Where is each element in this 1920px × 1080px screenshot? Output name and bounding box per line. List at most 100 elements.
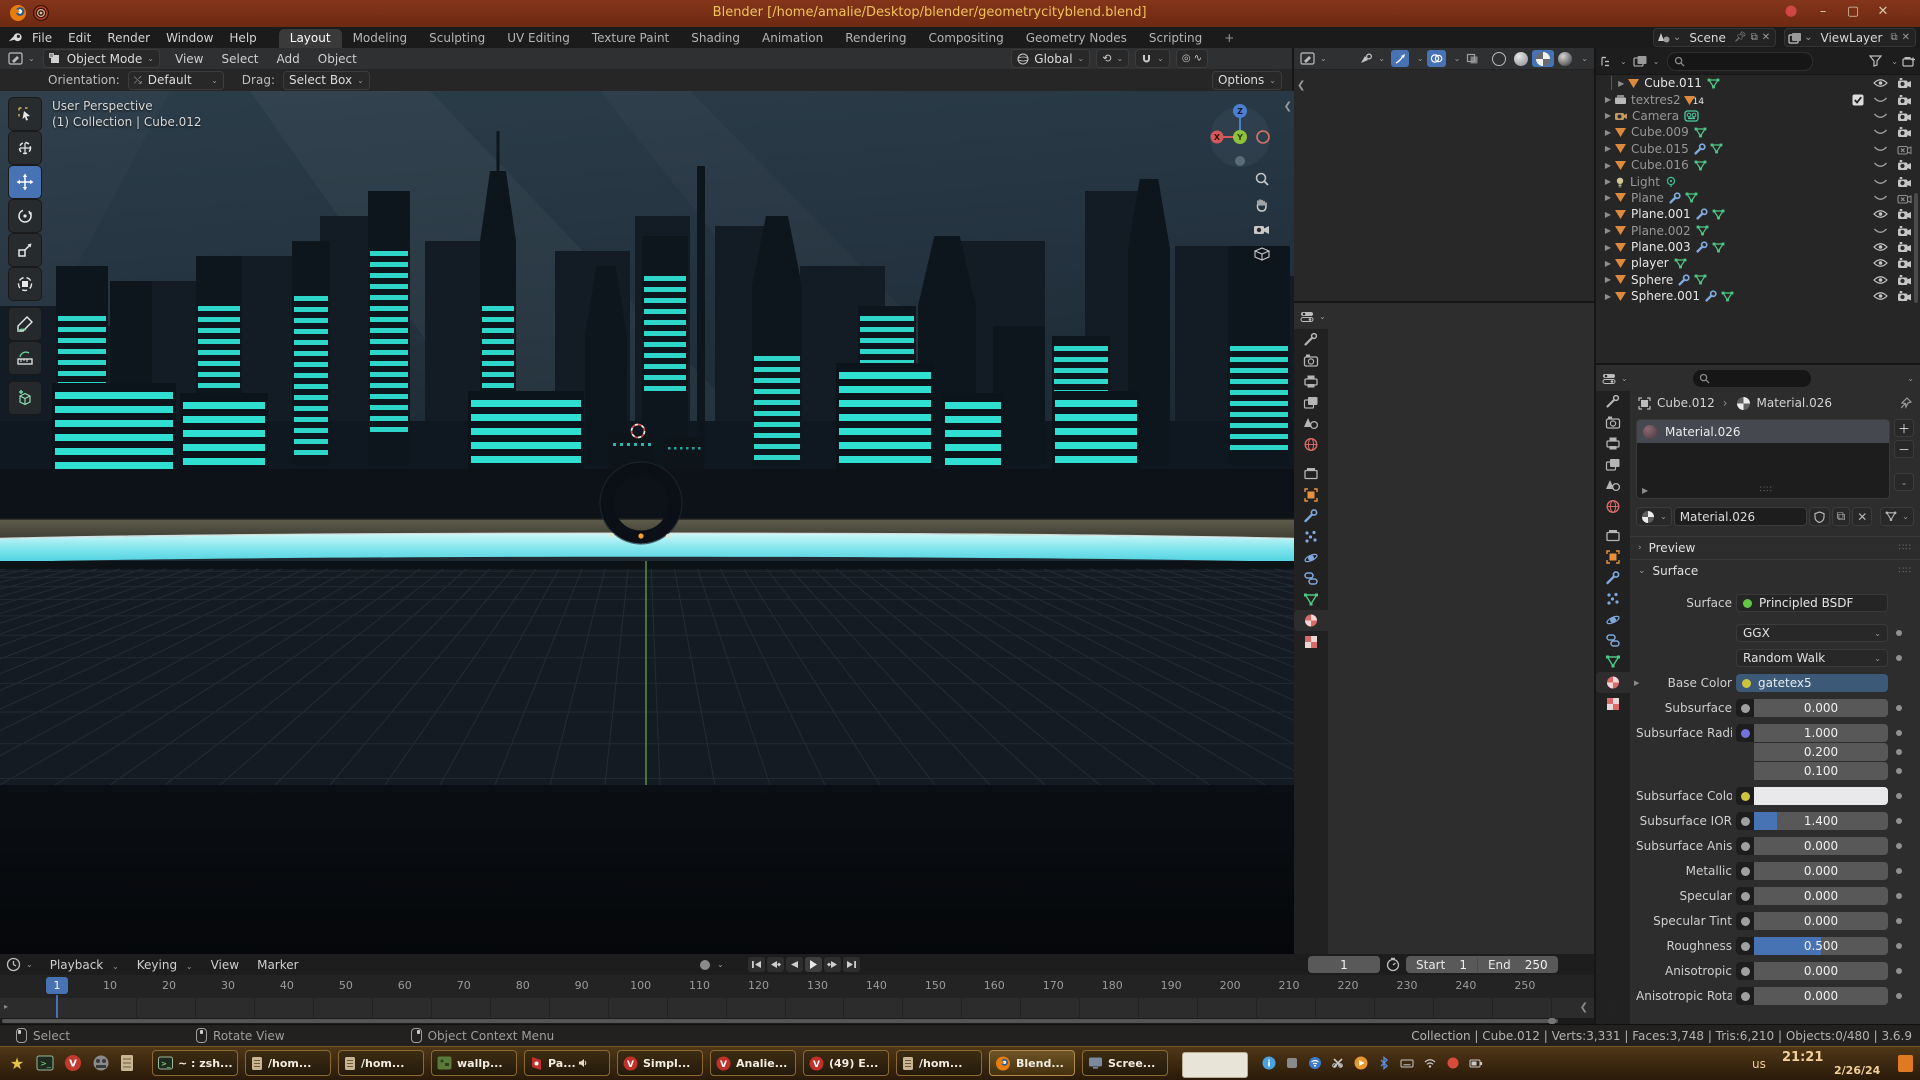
keyboard-icon[interactable] [1400,1056,1414,1074]
hide-toggle[interactable] [1873,291,1888,301]
filter-icon[interactable] [1869,55,1882,67]
menu-render[interactable]: Render [99,29,158,47]
properties-tab-tool[interactable] [1596,391,1630,412]
render-visibility-toggle[interactable] [1897,290,1912,302]
drag-setting[interactable]: Select Box ⌄ [283,71,370,90]
render-visibility-toggle[interactable] [1897,77,1912,89]
render-visibility-toggle[interactable] [1897,257,1912,269]
taskbar-window-terminal[interactable]: >_ ~ : zsh... [152,1050,238,1076]
properties-tab-constraints[interactable] [1596,630,1630,651]
camera-view-icon[interactable] [1253,223,1270,236]
timeline-editor[interactable]: ⌄ Playback ⌄Keying ⌄ViewMarker ⌄ 1 Start… [0,954,1596,1024]
outliner-item-name[interactable]: Sphere.001 [1631,289,1700,303]
value-slider[interactable]: 0.500 [1754,937,1888,955]
value-slider[interactable]: 1.000 [1754,724,1888,742]
animate-dot[interactable] [1896,843,1902,849]
orientation-setting[interactable]: ⤯ Default ⌄ [128,71,224,90]
outliner-item-name[interactable]: Plane.003 [1631,240,1691,254]
pan-hand-icon[interactable] [1254,197,1270,213]
input-socket[interactable] [1736,724,1754,742]
properties-editor[interactable]: ⌄ ⌄ Cube.012 › Material.026 Mate [1596,363,1920,1024]
render-visibility-toggle[interactable] [1897,126,1912,138]
value-slider[interactable]: 0.000 [1754,962,1888,980]
timeline-ruler[interactable]: 1102030405060708090100110120130140150160… [0,975,1594,998]
outliner-scrollbar[interactable] [1914,193,1918,303]
timeline-editor-icon[interactable] [6,957,21,972]
tab-animation[interactable]: Animation [751,29,834,48]
render-visibility-toggle[interactable] [1897,208,1912,220]
remove-slot-button[interactable]: － [1894,440,1914,458]
options-menu[interactable]: Options ⌄ [1212,71,1282,90]
render-visibility-toggle[interactable] [1897,241,1912,253]
outliner-row[interactable]: ▶ Plane.003 [1596,239,1920,255]
hide-toggle[interactable] [1873,145,1888,153]
animate-dot[interactable] [1896,868,1902,874]
animate-dot[interactable] [1896,818,1902,824]
timeline-menu-marker[interactable]: Marker [248,958,307,972]
timeline-menu-keying[interactable]: Keying ⌄ [128,958,202,972]
outliner-item-name[interactable]: Cube.015 [1631,142,1689,156]
properties-tab-output[interactable] [1294,371,1328,392]
material-slot-selected[interactable]: Material.026 [1637,420,1889,443]
taskbar-window-video[interactable]: V Analie... [710,1050,796,1076]
render-visibility-toggle[interactable] [1897,110,1912,122]
zoom-icon[interactable] [1254,171,1270,187]
properties-tab-object-data[interactable] [1294,589,1328,610]
properties-tab-view-layer[interactable] [1596,454,1630,475]
properties-tab-modifiers[interactable] [1294,505,1328,526]
render-visibility-toggle[interactable] [1897,274,1912,286]
taskbar-window-video[interactable]: V Simpl... [617,1050,703,1076]
properties-tab-tool[interactable] [1294,329,1328,350]
input-socket[interactable] [1736,962,1754,980]
render-visibility-toggle[interactable] [1897,225,1912,237]
add-cube-tool[interactable] [8,381,42,415]
archive-launcher-icon[interactable] [116,1052,138,1074]
menu-file[interactable]: File [24,29,60,47]
breadcrumb-material[interactable]: Material.026 [1757,396,1832,410]
keying-caret[interactable]: ⌄ [717,960,724,969]
taskbar-window-file[interactable]: /hom... [338,1050,424,1076]
close-icon[interactable]: ✕ [1760,32,1772,43]
tab-compositing[interactable]: Compositing [917,29,1014,48]
expand-arrow[interactable]: ▶ [1602,177,1614,186]
outliner-item-name[interactable]: Cube.009 [1631,125,1689,139]
show-desktop-button[interactable] [1898,1055,1913,1072]
timeline-track[interactable]: ▸ ❮ [0,998,1594,1018]
shading-wireframe[interactable] [1488,50,1510,67]
enum-field[interactable]: Random Walk⌄ [1736,649,1888,667]
use-preview-range-icon[interactable] [1386,957,1400,972]
keyboard-layout-indicator[interactable]: us [1752,1057,1766,1071]
outliner-row[interactable]: ▶ Sphere [1596,272,1920,288]
panel-preview[interactable]: › Preview∷∷ [1630,536,1920,559]
video-app-launcher-icon[interactable]: V [62,1052,84,1074]
taskbar-window-file[interactable]: /hom... [896,1050,982,1076]
value-slider[interactable]: 0.000 [1754,837,1888,855]
slot-specials-button[interactable]: ⌄ [1894,473,1914,491]
wifi-icon[interactable] [1423,1056,1437,1074]
shading-rendered[interactable] [1554,50,1576,67]
input-socket[interactable] [1736,862,1754,880]
tab-uv-editing[interactable]: UV Editing [496,29,581,48]
outliner-item-name[interactable]: Plane [1631,191,1664,205]
properties-tab-modifiers[interactable] [1596,567,1630,588]
outliner-row[interactable]: ▶ textres2 14 [1596,91,1920,107]
overlays-toggle[interactable] [1427,50,1446,67]
window-badge-icon[interactable]: ⬤ [1780,4,1802,17]
outliner-item-name[interactable]: textres2 [1631,93,1681,107]
render-visibility-toggle[interactable] [1897,94,1912,106]
info-icon[interactable]: i [1262,1056,1276,1074]
taskbar-window-blender[interactable]: Blend... [989,1050,1075,1076]
input-socket[interactable] [1736,912,1754,930]
value-slider[interactable]: 0.000 [1754,887,1888,905]
surface-shader-field[interactable]: Principled BSDF [1736,594,1888,612]
outliner-editor[interactable]: ⌄ ⌄ ⌄ │ ▶ Cube.011 ▶ textres2 14 [1596,48,1920,363]
region-collapse-arrow[interactable]: ❮ [1284,101,1292,112]
value-slider[interactable]: 0.000 [1754,699,1888,717]
expand-arrow[interactable]: ▶ [1602,292,1614,301]
value-slider[interactable]: 0.100 [1754,762,1888,780]
outliner-row[interactable]: ▶ Sphere.001 [1596,288,1920,304]
hide-toggle[interactable] [1873,194,1888,202]
properties-tab-object[interactable] [1294,484,1328,505]
taskbar-window-screen[interactable]: Scree... [1082,1050,1168,1076]
visibility-toggle[interactable]: ⌄ [1357,50,1388,67]
